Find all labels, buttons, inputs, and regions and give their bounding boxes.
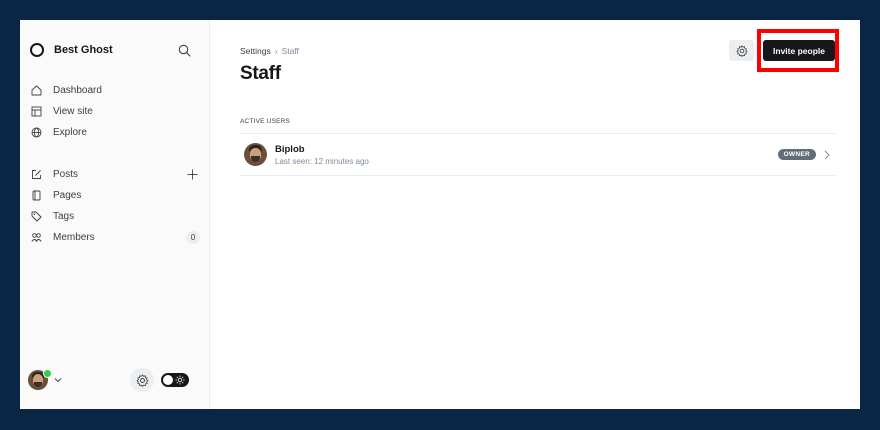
nav-label: Posts <box>53 169 79 180</box>
site-logo-icon <box>30 43 44 57</box>
primary-nav: Dashboard View site Explore <box>30 80 200 143</box>
nav-item-view-site[interactable]: View site <box>30 101 200 122</box>
search-icon <box>178 44 191 57</box>
globe-icon <box>30 127 42 139</box>
user-name: Biplob <box>275 143 305 155</box>
app-window: Best Ghost Dashboard View site Explore P… <box>20 20 860 409</box>
avatar <box>244 143 267 166</box>
new-post-button[interactable] <box>184 166 200 182</box>
invite-people-button[interactable]: Invite people <box>763 40 835 61</box>
edit-icon <box>30 169 42 181</box>
online-status-dot <box>43 369 52 378</box>
settings-shortcut-button[interactable] <box>130 368 154 392</box>
chevron-right-icon <box>822 149 832 160</box>
chevron-down-icon <box>54 378 62 383</box>
breadcrumb-settings-link[interactable]: Settings <box>240 46 271 56</box>
active-users-list: Biplob Last seen: 12 minutes ago OWNER <box>240 133 836 176</box>
breadcrumb-separator: › <box>274 46 278 56</box>
nav-item-pages[interactable]: Pages <box>30 185 200 206</box>
user-info: Biplob Last seen: 12 minutes ago <box>275 144 369 166</box>
user-last-seen: Last seen: 12 minutes ago <box>275 156 369 166</box>
members-icon <box>30 232 42 244</box>
nav-label: Members <box>53 232 95 243</box>
site-name: Best Ghost <box>54 44 113 56</box>
nav-item-members[interactable]: Members 0 <box>30 227 200 248</box>
active-users-heading: ACTIVE USERS <box>240 118 291 125</box>
nav-item-posts[interactable]: Posts <box>30 164 200 185</box>
nav-label: Pages <box>53 190 82 201</box>
members-count-badge: 0 <box>186 231 200 244</box>
sidebar: Best Ghost Dashboard View site Explore P… <box>20 20 210 409</box>
page-icon <box>30 190 42 202</box>
staff-settings-button[interactable] <box>729 40 754 61</box>
nav-label: Tags <box>53 211 75 222</box>
nav-label: Dashboard <box>53 85 102 96</box>
plus-icon <box>187 169 197 179</box>
page-title: Staff <box>240 63 281 84</box>
gear-icon <box>136 373 148 387</box>
main-content: Settings › Staff Staff Invite people ACT… <box>210 20 860 409</box>
search-button[interactable] <box>174 40 194 60</box>
table-row[interactable]: Biplob Last seen: 12 minutes ago OWNER <box>240 134 836 176</box>
nav-label: View site <box>53 106 93 117</box>
tag-icon <box>30 211 42 223</box>
nav-label: Explore <box>53 127 87 138</box>
toggle-knob <box>163 375 173 385</box>
view-site-icon <box>30 106 42 118</box>
sun-icon <box>175 375 185 385</box>
brand[interactable]: Best Ghost <box>30 40 113 60</box>
nav-item-dashboard[interactable]: Dashboard <box>30 80 200 101</box>
dark-mode-toggle[interactable] <box>161 373 189 387</box>
breadcrumb-current: Staff <box>281 46 299 56</box>
home-icon <box>30 85 42 97</box>
breadcrumb: Settings › Staff <box>240 46 299 56</box>
role-badge: OWNER <box>777 149 816 160</box>
content-nav: Posts Pages Tags Members 0 <box>30 164 200 248</box>
gear-icon <box>736 44 747 57</box>
nav-item-explore[interactable]: Explore <box>30 122 200 143</box>
nav-item-tags[interactable]: Tags <box>30 206 200 227</box>
